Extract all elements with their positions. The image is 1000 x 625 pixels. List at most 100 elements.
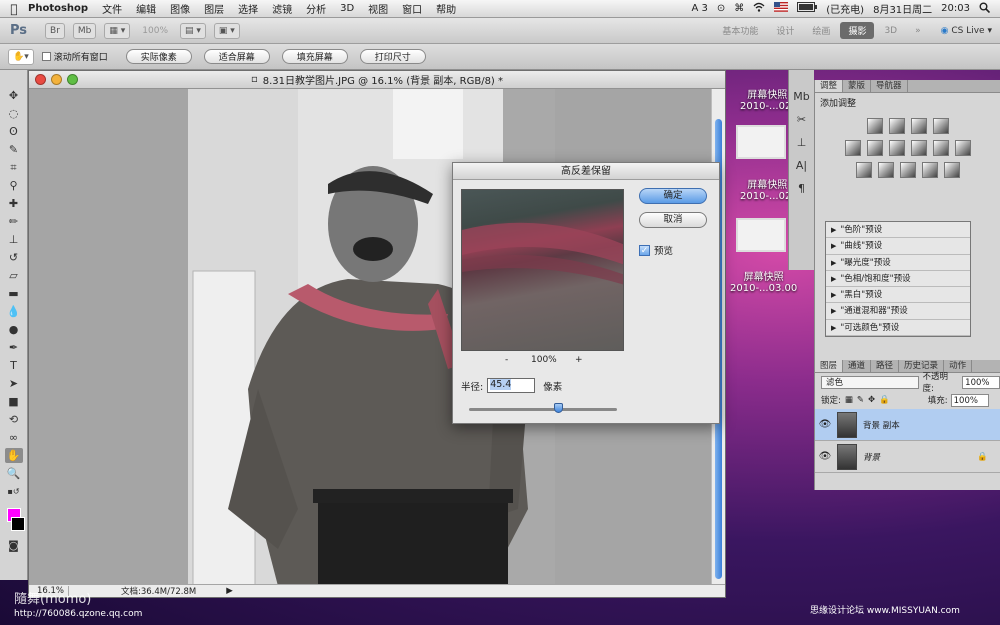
menu-edit[interactable]: 编辑: [136, 1, 156, 16]
menu-filter[interactable]: 滤镜: [272, 1, 292, 16]
levels-icon[interactable]: [888, 118, 905, 134]
zoom-level-select[interactable]: 100%: [138, 23, 172, 39]
preview-zoom-in-button[interactable]: +: [575, 355, 583, 365]
photo-filter-icon[interactable]: [932, 140, 949, 156]
brightness-contrast-icon[interactable]: [866, 118, 883, 134]
default-colors-icon[interactable]: ▪↺: [5, 484, 23, 499]
preset-levels[interactable]: ▶ "色阶"预设: [826, 222, 970, 239]
workspace-essentials[interactable]: 基本功能: [714, 22, 766, 39]
view-extras-button[interactable]: ▦ ▾: [104, 22, 131, 39]
color-balance-icon[interactable]: [888, 140, 905, 156]
filter-preview[interactable]: [461, 189, 624, 351]
marquee-tool-icon[interactable]: ◌: [5, 106, 23, 121]
status-menu-arrow-icon[interactable]: ▶: [226, 586, 233, 596]
menu-file[interactable]: 文件: [102, 1, 122, 16]
gradient-tool-icon[interactable]: ▬: [5, 286, 23, 301]
tool-presets-icon[interactable]: ✂: [797, 113, 806, 126]
document-size-label[interactable]: 文档:36.4M/72.8M: [121, 585, 196, 597]
lasso-tool-icon[interactable]: ʘ: [5, 124, 23, 139]
clone-source-icon[interactable]: ⊥: [797, 136, 807, 149]
zoom-tool-icon[interactable]: 🔍: [5, 466, 23, 481]
lock-position-icon[interactable]: ✥: [868, 395, 875, 405]
tab-masks[interactable]: 蒙版: [843, 80, 872, 92]
bluetooth-icon[interactable]: ⌘: [734, 3, 744, 14]
curves-icon[interactable]: [910, 118, 927, 134]
fill-input[interactable]: 100%: [950, 393, 989, 407]
desktop-item-3[interactable]: 屏幕快照 2010-...03.00: [730, 268, 797, 294]
menu-analysis[interactable]: 分析: [306, 1, 326, 16]
minimize-window-icon[interactable]: [51, 74, 62, 85]
fit-screen-button[interactable]: 适合屏幕: [203, 49, 270, 64]
wifi-icon[interactable]: [753, 2, 765, 15]
scroll-all-windows-checkbox[interactable]: 滚动所有窗口: [41, 50, 108, 63]
preset-curves[interactable]: ▶ "曲线"预设: [826, 238, 970, 255]
layer-row[interactable]: 👁 背景 🔒: [815, 441, 1000, 473]
selective-color-icon[interactable]: [943, 162, 960, 178]
menu-help[interactable]: 帮助: [436, 1, 456, 16]
document-titlebar[interactable]: ▫ 8.31日教学图片.JPG @ 16.1% (背景 副本, RGB/8) *: [29, 71, 725, 89]
fill-screen-button[interactable]: 填充屏幕: [281, 49, 348, 64]
tab-paths[interactable]: 路径: [871, 360, 900, 372]
workspace-painting[interactable]: 绘画: [804, 22, 838, 39]
eraser-tool-icon[interactable]: ▱: [5, 268, 23, 283]
workspace-design[interactable]: 设计: [768, 22, 802, 39]
dodge-tool-icon[interactable]: ●: [5, 322, 23, 337]
threshold-icon[interactable]: [899, 162, 916, 178]
move-tool-icon[interactable]: ✥: [5, 88, 23, 103]
pen-tool-icon[interactable]: ✒: [5, 340, 23, 355]
arrange-documents-button[interactable]: ▤ ▾: [180, 22, 206, 39]
print-size-button[interactable]: 打印尺寸: [359, 49, 426, 64]
desktop-item-2[interactable]: 屏幕快照 2010-...02.: [740, 176, 795, 202]
blend-mode-select[interactable]: 滤色: [821, 375, 919, 389]
clone-stamp-tool-icon[interactable]: ⊥: [5, 232, 23, 247]
character-panel-icon[interactable]: A|: [796, 159, 807, 172]
radius-input[interactable]: 45.4: [487, 378, 536, 393]
menu-view[interactable]: 视图: [368, 1, 388, 16]
desktop-item-1[interactable]: 屏幕快照 2010-...02.: [740, 86, 795, 112]
battery-icon[interactable]: [797, 2, 818, 15]
lock-image-icon[interactable]: ✎: [857, 395, 864, 405]
input-flag-icon[interactable]: [774, 2, 789, 15]
lock-all-icon[interactable]: 🔒: [879, 395, 890, 405]
paragraph-panel-icon[interactable]: ¶: [798, 182, 805, 195]
clock-label[interactable]: 20:03: [941, 3, 970, 14]
preset-channel-mixer[interactable]: ▶ "通道混和器"预设: [826, 303, 970, 320]
adobe-status-icon[interactable]: A 3: [691, 3, 707, 14]
rectangle-tool-icon[interactable]: ■: [5, 394, 23, 409]
hand-tool-preset-icon[interactable]: ✋▾: [8, 48, 34, 65]
tab-adjustments[interactable]: 调整: [815, 80, 844, 92]
path-selection-tool-icon[interactable]: ➤: [5, 376, 23, 391]
cancel-button[interactable]: 取消: [639, 212, 707, 228]
desktop-thumb-1[interactable]: [736, 125, 786, 159]
menu-window[interactable]: 窗口: [402, 1, 422, 16]
gradient-map-icon[interactable]: [921, 162, 938, 178]
preview-zoom-out-button[interactable]: -: [505, 355, 508, 365]
workspace-photography[interactable]: 摄影: [840, 22, 875, 39]
crop-tool-icon[interactable]: ⌗: [5, 160, 23, 175]
healing-brush-tool-icon[interactable]: ✚: [5, 196, 23, 211]
visibility-eye-icon[interactable]: 👁: [815, 451, 835, 462]
preset-black-white[interactable]: ▶ "黑白"预设: [826, 287, 970, 304]
visibility-eye-icon[interactable]: 👁: [815, 419, 835, 430]
type-tool-icon[interactable]: T: [5, 358, 23, 373]
preset-selective-color[interactable]: ▶ "可选颜色"预设: [826, 320, 970, 337]
bridge-button[interactable]: Br: [45, 22, 65, 39]
dialog-title[interactable]: 高反差保留: [453, 163, 719, 180]
layer-row[interactable]: 👁 背景 副本: [815, 409, 1000, 441]
zoom-window-icon[interactable]: [67, 74, 78, 85]
preset-hue-saturation[interactable]: ▶ "色相/饱和度"预设: [826, 271, 970, 288]
menu-3d[interactable]: 3D: [340, 3, 354, 14]
channel-mixer-icon[interactable]: [954, 140, 971, 156]
tab-navigator[interactable]: 导航器: [871, 80, 908, 92]
menu-layer[interactable]: 图层: [204, 1, 224, 16]
date-label[interactable]: 8月31日周二: [873, 1, 932, 16]
ok-button[interactable]: 确定: [639, 188, 707, 204]
actual-pixels-button[interactable]: 实际像素: [125, 49, 192, 64]
3d-orbit-tool-icon[interactable]: ∞: [5, 430, 23, 445]
workspace-3d[interactable]: 3D: [876, 24, 905, 38]
minibridge-button[interactable]: Mb: [72, 22, 97, 39]
radius-slider-knob[interactable]: [553, 403, 563, 413]
invert-icon[interactable]: [855, 162, 872, 178]
app-menu[interactable]: Photoshop: [28, 3, 88, 14]
menu-select[interactable]: 选择: [238, 1, 258, 16]
